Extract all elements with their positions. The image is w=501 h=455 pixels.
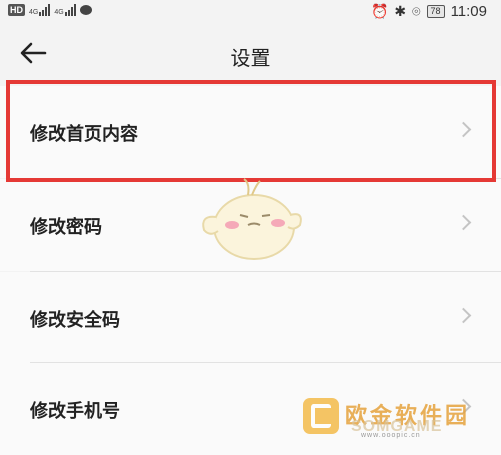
battery-icon: 78 — [426, 5, 445, 18]
alarm-icon: ⏰ — [370, 3, 389, 19]
status-left: HD 4G 4G — [8, 4, 92, 16]
settings-item-label: 修改手机号 — [30, 401, 120, 422]
status-right: ⏰ ✱ ⌾ 78 11:09 — [371, 3, 487, 20]
top-app-bar: 设置 — [0, 26, 501, 82]
watermark: 欧金软件园 SOMGAME www.ooopic.cn — [301, 394, 501, 442]
location-icon: ⌾ — [412, 3, 421, 19]
status-bar: HD 4G 4G ⏰ ✱ ⌾ 78 11:09 — [0, 0, 501, 26]
network-1: 4G — [29, 4, 51, 16]
page-title: 设置 — [230, 46, 271, 70]
mascot-sticker — [196, 175, 306, 265]
network-2: 4G — [54, 4, 76, 16]
network-2-label: 4G — [54, 9, 64, 16]
highlight-box — [6, 80, 496, 182]
chevron-right-icon — [455, 214, 472, 231]
settings-item-label: 修改安全码 — [30, 310, 120, 331]
settings-item-change-security-code[interactable]: 修改安全码 — [0, 272, 501, 364]
network-1-label: 4G — [29, 9, 39, 16]
status-time: 11:09 — [450, 3, 487, 20]
settings-item-label: 修改密码 — [30, 217, 102, 238]
chevron-right-icon — [455, 307, 472, 324]
signal-icon — [39, 4, 51, 16]
signal-icon-2 — [64, 4, 76, 16]
chat-icon — [79, 5, 92, 15]
watermark-url: www.ooopic.cn — [361, 432, 421, 439]
bluetooth-icon: ✱ — [394, 3, 407, 19]
watermark-logo-icon — [303, 398, 339, 434]
hd-icon: HD — [8, 4, 25, 16]
